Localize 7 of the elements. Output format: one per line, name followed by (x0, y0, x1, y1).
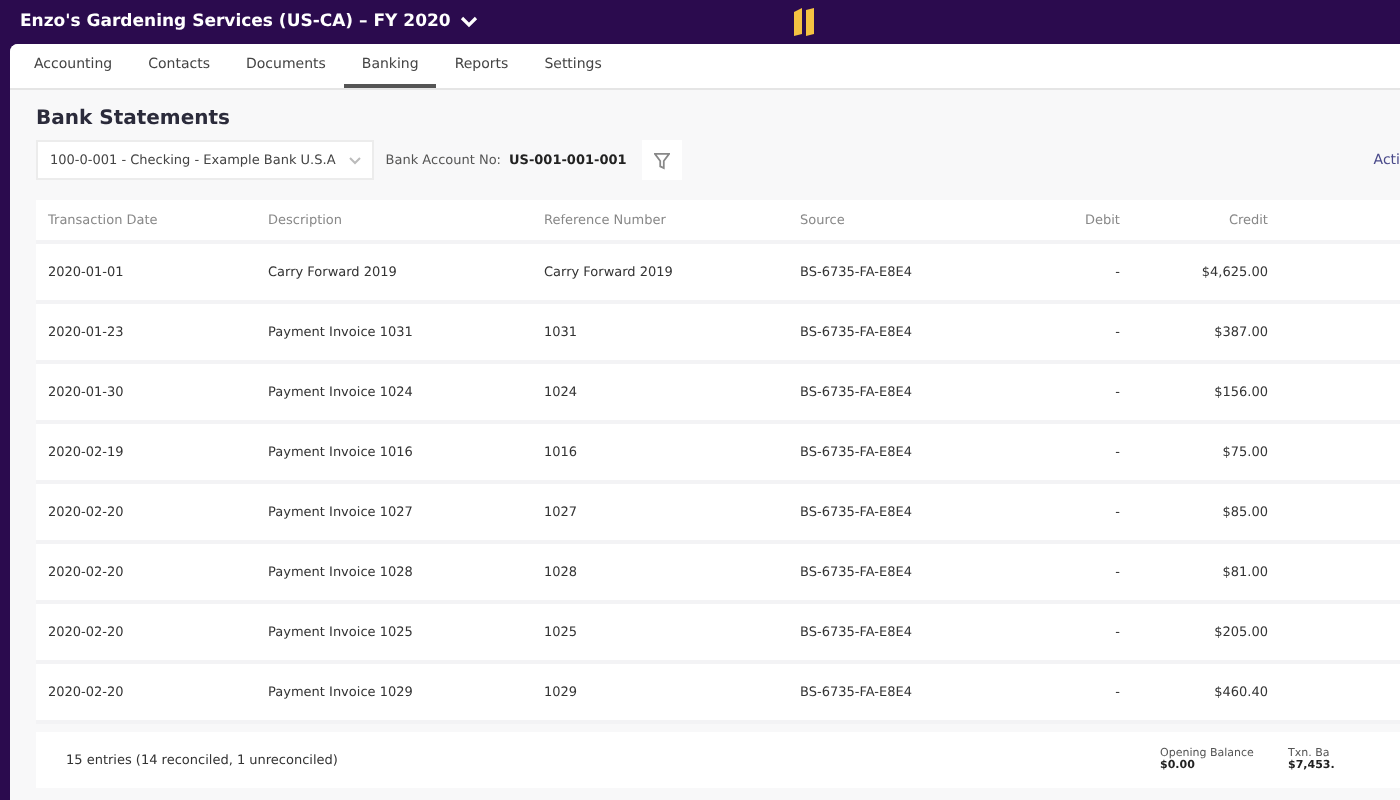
company-selector[interactable]: Enzo's Gardening Services (US-CA) – FY 2020 (0, 12, 479, 32)
filter-button[interactable] (642, 140, 683, 180)
logo-icon (792, 6, 816, 38)
chevron-down-icon (460, 16, 479, 28)
chevron-down-icon (347, 155, 362, 165)
page-title: Bank Statements (36, 108, 232, 134)
filter-icon (654, 151, 671, 169)
